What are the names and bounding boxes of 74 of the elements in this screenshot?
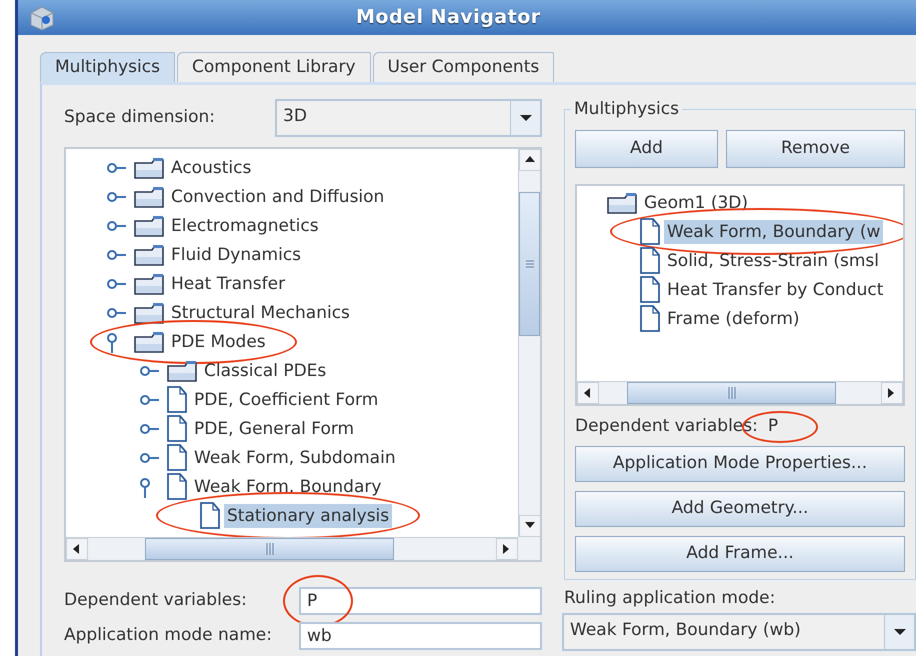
folder-icon xyxy=(134,156,164,178)
folder-icon xyxy=(167,360,197,382)
folder-icon xyxy=(607,192,637,214)
field-label: Application mode name: xyxy=(64,624,273,648)
document-icon xyxy=(640,218,660,245)
folder-icon xyxy=(134,244,164,266)
tree-item[interactable]: Weak Form, Subdomain xyxy=(191,446,399,470)
field-label: Dependent variables: xyxy=(64,589,248,612)
document-icon xyxy=(640,305,660,332)
vertical-scrollbar[interactable] xyxy=(518,149,540,537)
caret-icon xyxy=(518,114,532,122)
scroll-up-button[interactable] xyxy=(519,149,540,171)
horizontal-scrollbar[interactable] xyxy=(66,537,518,560)
folder-icon xyxy=(134,186,164,208)
action-button[interactable]: Remove xyxy=(726,130,906,168)
document-icon xyxy=(640,276,660,303)
field-label: Space dimension: xyxy=(64,106,216,130)
field-label: Ruling application mode: xyxy=(564,586,776,610)
tree-item[interactable]: Electromagnetics xyxy=(168,214,322,238)
folder-icon xyxy=(134,330,164,352)
tree-item[interactable]: Stationary analysis xyxy=(224,504,392,528)
tree-item[interactable]: PDE, General Form xyxy=(191,416,358,440)
tree-item[interactable]: Solid, Stress-Strain (smsl xyxy=(664,248,882,272)
grip-icon xyxy=(266,543,274,555)
tree-item[interactable]: Weak Form, Boundary xyxy=(191,474,384,498)
ruling-mode-dropdown[interactable]: Weak Form, Boundary (wb) xyxy=(562,613,916,651)
action-button[interactable]: Add xyxy=(575,130,718,168)
tree-item[interactable]: Heat Transfer xyxy=(168,272,288,296)
tree-item[interactable]: PDE, Coefficient Form xyxy=(191,388,382,412)
folder-icon xyxy=(134,302,164,324)
group-title: Multiphysics xyxy=(571,98,682,120)
document-icon xyxy=(200,502,220,529)
document-icon xyxy=(167,444,187,471)
folder-icon xyxy=(134,272,164,294)
document-icon xyxy=(167,473,187,500)
grip-icon xyxy=(524,260,534,268)
scroll-down-button[interactable] xyxy=(519,515,540,537)
tree-item[interactable]: Geom1 (3D) xyxy=(641,190,751,214)
scrollbar-corner xyxy=(518,537,540,560)
scroll-left-button[interactable] xyxy=(577,382,599,404)
application-mode-name-field[interactable]: wb xyxy=(299,622,542,650)
tree-item[interactable]: Frame (deform) xyxy=(664,306,803,330)
scroll-right-button[interactable] xyxy=(496,538,518,560)
dependent-variables-field[interactable]: P xyxy=(299,587,542,615)
grip-icon xyxy=(728,387,736,399)
cube-logo-icon xyxy=(28,4,56,30)
caret-icon xyxy=(892,628,906,636)
window-title: Model Navigator xyxy=(356,5,541,30)
tab[interactable]: User Components xyxy=(372,52,554,82)
field-value: P xyxy=(768,414,778,440)
tree-item[interactable]: Classical PDEs xyxy=(201,358,330,382)
scroll-thumb[interactable] xyxy=(627,382,836,404)
tree-item[interactable]: Weak Form, Boundary (w xyxy=(664,220,884,244)
document-icon xyxy=(167,415,187,442)
tab[interactable]: Multiphysics xyxy=(40,52,175,82)
scroll-thumb[interactable] xyxy=(519,192,540,336)
scroll-right-button[interactable] xyxy=(881,382,903,404)
tree-item[interactable]: Heat Transfer by Conduct xyxy=(664,278,886,302)
document-icon xyxy=(640,247,660,274)
folder-icon xyxy=(134,214,164,236)
tree-item[interactable]: Fluid Dynamics xyxy=(168,242,304,266)
scroll-left-button[interactable] xyxy=(66,538,88,560)
action-button[interactable]: Add Frame... xyxy=(575,536,905,572)
tree-item[interactable]: Convection and Diffusion xyxy=(168,184,388,208)
horizontal-scrollbar[interactable] xyxy=(577,381,903,404)
document-icon xyxy=(167,386,187,413)
tree-item[interactable]: PDE Modes xyxy=(168,330,269,354)
tree-item[interactable]: Acoustics xyxy=(168,156,254,180)
tab[interactable]: Component Library xyxy=(176,52,371,82)
action-button[interactable]: Application Mode Properties... xyxy=(575,446,905,482)
tree-item[interactable]: Structural Mechanics xyxy=(168,300,353,324)
scroll-thumb[interactable] xyxy=(145,538,394,560)
dimension-dropdown[interactable]: 3D xyxy=(275,99,542,137)
action-button[interactable]: Add Geometry... xyxy=(575,490,905,526)
